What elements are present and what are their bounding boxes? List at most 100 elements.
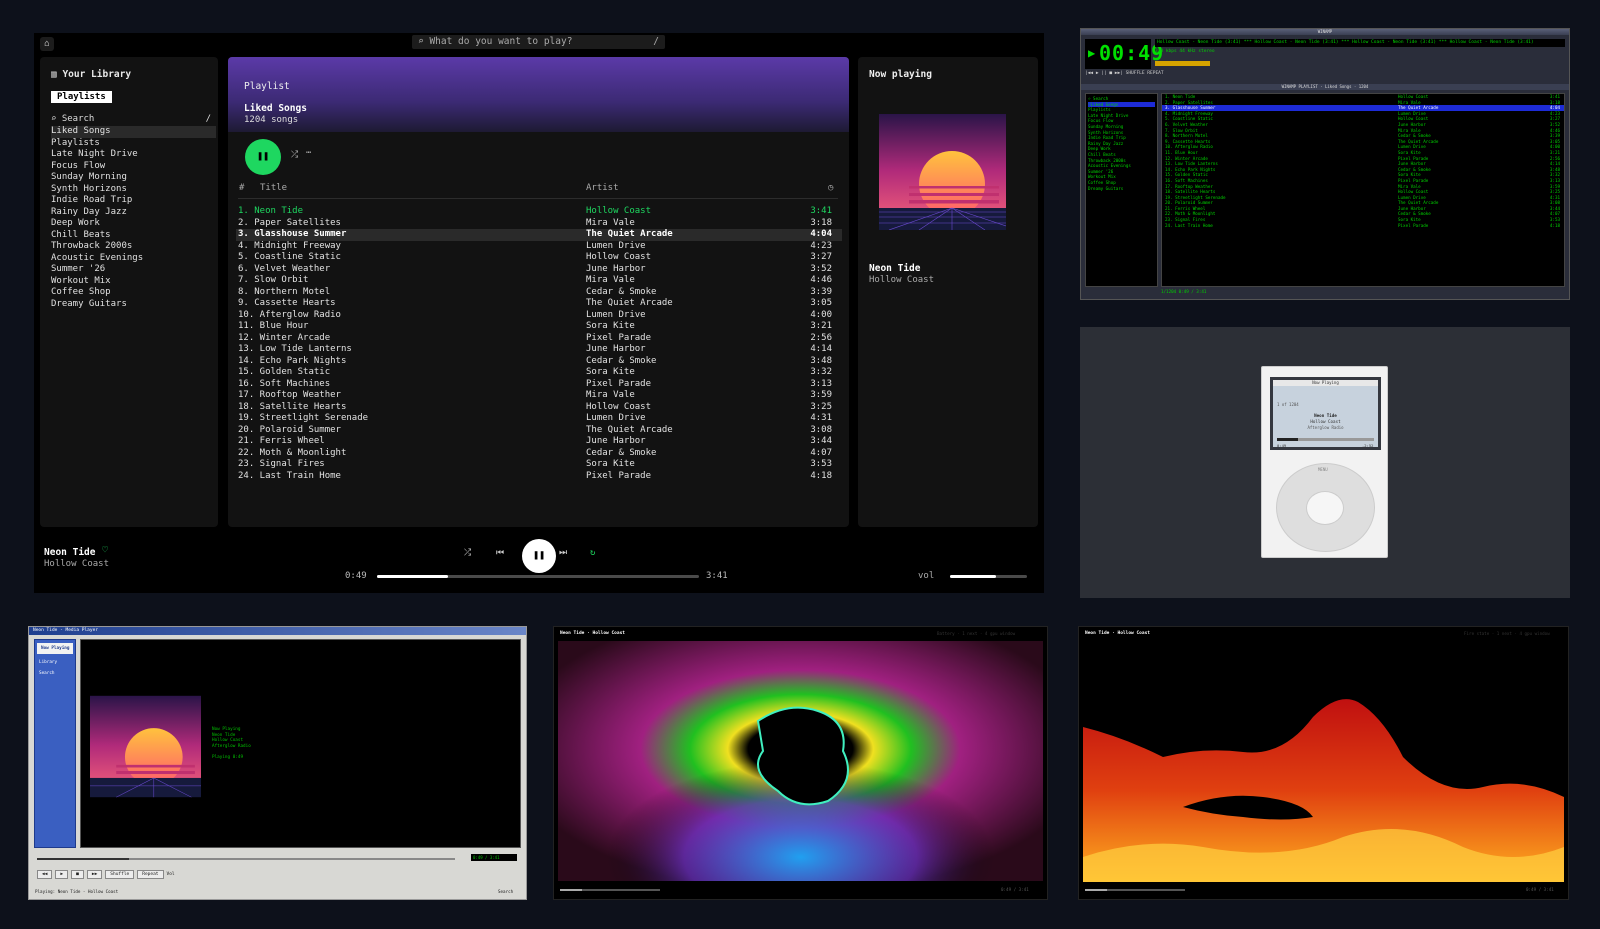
library-item[interactable]: Focus Flow <box>51 161 216 173</box>
wmp-control-button[interactable]: ◀◀ <box>37 870 53 879</box>
track-row[interactable]: 19. Streetlight Serenade Lumen Drive 4:31 <box>236 413 842 425</box>
ipod-menu-label[interactable]: MENU <box>1318 467 1328 472</box>
player-artist[interactable]: Hollow Coast <box>44 559 109 569</box>
viz1-progress[interactable] <box>560 889 660 891</box>
track-artist: Sora Kite <box>586 367 635 377</box>
wmp-control-button[interactable]: ▶ <box>55 870 69 879</box>
track-row[interactable]: 3. Glasshouse Summer The Quiet Arcade 4:04 <box>236 229 842 241</box>
wmp-seek-bar[interactable] <box>37 858 455 860</box>
progress-bar[interactable] <box>377 575 699 578</box>
track-row[interactable]: 12. Winter Arcade Pixel Parade 2:56 <box>236 333 842 345</box>
library-item[interactable]: Deep Work <box>51 218 216 230</box>
winamp-track-title: 22. Moth & Moonlight <box>1165 211 1216 217</box>
wmp-nav-item[interactable]: Search <box>35 668 75 679</box>
winamp-side-item[interactable]: Dreamy Guitars <box>1088 186 1155 192</box>
track-title: 21. Ferris Wheel <box>238 436 325 446</box>
visualizer-plasma: Neon Tide · Hollow Coast Battery · 1 nex… <box>553 626 1048 900</box>
viz2-progress[interactable] <box>1085 889 1185 891</box>
track-title: 23. Signal Fires <box>238 459 325 469</box>
next-icon[interactable]: ⏭ <box>559 548 567 558</box>
library-search[interactable]: ⌕ Search / <box>51 114 211 124</box>
wmp-nav-item[interactable]: Now Playing <box>37 643 73 654</box>
winamp-track-row[interactable]: 24. Last Train Home Pixel Parade 4:18 <box>1162 223 1564 229</box>
track-row[interactable]: 2. Paper Satellites Mira Vale 3:18 <box>236 218 842 230</box>
track-title: 13. Low Tide Lanterns <box>238 344 352 354</box>
track-row[interactable]: 22. Moth & Moonlight Cedar & Smoke 4:07 <box>236 448 842 460</box>
heart-icon[interactable]: ♡ <box>102 545 108 556</box>
ipod-center-button[interactable] <box>1306 491 1344 525</box>
wmp-nav: Now Playing Library Search <box>34 639 76 848</box>
track-dur: 4:23 <box>810 240 832 251</box>
library-item[interactable]: Synth Horizons <box>51 184 216 196</box>
shuffle-icon[interactable]: ⤮ <box>464 548 471 558</box>
track-row[interactable]: 1. Neon Tide Hollow Coast 3:41 <box>236 206 842 218</box>
player-title[interactable]: Neon Tide <box>44 547 95 558</box>
library-item[interactable]: Sunday Morning <box>51 172 216 184</box>
track-artist: June Harbor <box>586 344 646 354</box>
playlists-chip[interactable]: Playlists <box>51 91 112 103</box>
library-item[interactable]: Coffee Shop <box>51 287 216 299</box>
home-icon[interactable]: ⌂ <box>40 37 54 51</box>
wmp-control-button[interactable]: ■ <box>71 870 84 879</box>
search-input[interactable]: ⌕ What do you want to play? / <box>412 35 665 49</box>
winamp-titlebar[interactable]: WINAMP <box>1081 29 1569 35</box>
track-row[interactable]: 15. Golden Static Sora Kite 3:32 <box>236 367 842 379</box>
track-artist: The Quiet Arcade <box>586 229 673 239</box>
track-row[interactable]: 6. Velvet Weather June Harbor 3:52 <box>236 264 842 276</box>
library-item[interactable]: Rainy Day Jazz <box>51 207 216 219</box>
track-title: 19. Streetlight Serenade <box>238 413 369 423</box>
track-row[interactable]: 9. Cassette Hearts The Quiet Arcade 3:05 <box>236 298 842 310</box>
track-row[interactable]: 16. Soft Machines Pixel Parade 3:13 <box>236 379 842 391</box>
divider <box>238 198 838 199</box>
track-row[interactable]: 21. Ferris Wheel June Harbor 3:44 <box>236 436 842 448</box>
library-item[interactable]: Acoustic Evenings <box>51 253 216 265</box>
track-row[interactable]: 17. Rooftop Weather Mira Vale 3:59 <box>236 390 842 402</box>
pause-button[interactable]: ❚❚ <box>522 539 556 573</box>
winamp-buttons[interactable]: |◀◀ ▶ || ■ ▶▶| SHUFFLE REPEAT <box>1085 71 1164 76</box>
library-item[interactable]: Chill Beats <box>51 230 216 242</box>
wmp-control-button[interactable]: Shuffle <box>105 870 135 879</box>
library-item[interactable]: Indie Road Trip <box>51 195 216 207</box>
volume-label: vol <box>918 571 935 581</box>
track-row[interactable]: 24. Last Train Home Pixel Parade 4:18 <box>236 471 842 483</box>
winamp-playlist: 1. Neon Tide Hollow Coast 3:41 2. Paper Sat… <box>1161 93 1565 287</box>
winamp-seek[interactable] <box>1155 61 1210 66</box>
wmp-control-button[interactable]: ▶▶ <box>86 870 103 879</box>
library-item[interactable]: Throwback 2000s <box>51 241 216 253</box>
track-row[interactable]: 11. Blue Hour Sora Kite 3:21 <box>236 321 842 333</box>
wmp-control-button[interactable]: Repeat <box>137 870 164 879</box>
repeat-icon[interactable]: ↻ <box>590 548 595 558</box>
track-artist: Mira Vale <box>586 390 635 400</box>
library-item[interactable]: Liked Songs <box>51 126 216 138</box>
library-list: Liked Songs Playlists Late Night Drive Focu… <box>51 126 216 310</box>
library-item[interactable]: Late Night Drive <box>51 149 216 161</box>
np-artist[interactable]: Hollow Coast <box>869 275 934 285</box>
track-row[interactable]: 14. Echo Park Nights Cedar & Smoke 3:48 <box>236 356 842 368</box>
track-row[interactable]: 8. Northern Motel Cedar & Smoke 3:39 <box>236 287 842 299</box>
library-item[interactable]: Workout Mix <box>51 276 216 288</box>
library-item[interactable]: Dreamy Guitars <box>51 299 216 311</box>
track-row[interactable]: 10. Afterglow Radio Lumen Drive 4:00 <box>236 310 842 322</box>
track-row[interactable]: 13. Low Tide Lanterns June Harbor 4:14 <box>236 344 842 356</box>
winamp-track-title: 13. Low Tide Lanterns <box>1165 161 1218 167</box>
library-item[interactable]: Playlists <box>51 138 216 150</box>
wmp-titlebar[interactable]: Neon Tide - Media Player <box>29 627 526 635</box>
track-title: 24. Last Train Home <box>238 470 341 481</box>
winamp-track-title: 15. Golden Static <box>1165 172 1208 178</box>
library-item[interactable]: Summer '26 <box>51 264 216 276</box>
wmp-nav-item[interactable]: Library <box>35 657 75 668</box>
volume-slider[interactable] <box>950 575 1027 578</box>
previous-icon[interactable]: ⏮ <box>496 548 504 558</box>
track-row[interactable]: 23. Signal Fires Sora Kite 3:53 <box>236 459 842 471</box>
shuffle-icon[interactable]: ⤮ <box>291 150 298 160</box>
more-icon[interactable]: ⋯ <box>306 148 311 158</box>
track-row[interactable]: 5. Coastline Static Hollow Coast 3:27 <box>236 252 842 264</box>
wmp-status-right: Search <box>498 889 514 894</box>
track-title: 11. Blue Hour <box>238 321 309 331</box>
track-dur: 4:04 <box>810 229 832 239</box>
playlist-pause-button[interactable]: ❚❚ <box>245 139 281 175</box>
track-row[interactable]: 20. Polaroid Summer The Quiet Arcade 3:08 <box>236 425 842 437</box>
track-row[interactable]: 4. Midnight Freeway Lumen Drive 4:23 <box>236 241 842 253</box>
track-row[interactable]: 18. Satellite Hearts Hollow Coast 3:25 <box>236 402 842 414</box>
track-row[interactable]: 7. Slow Orbit Mira Vale 4:46 <box>236 275 842 287</box>
